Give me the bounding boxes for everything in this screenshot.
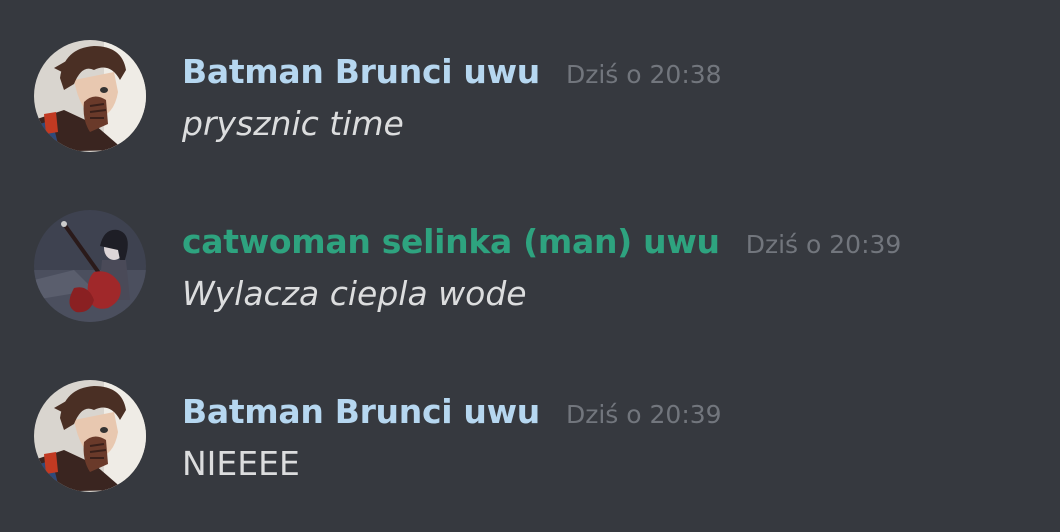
message-timestamp: Dziś o 20:38 [565, 60, 722, 89]
message-header: catwoman selinka (man) uwu Dziś o 20:39 [182, 222, 901, 261]
anime-man-avatar-icon[interactable] [34, 380, 146, 492]
message-text: prysznic time [182, 104, 404, 143]
message-timestamp: Dziś o 20:39 [745, 230, 902, 259]
message-header: Batman Brunci uwu Dziś o 20:39 [182, 392, 722, 431]
message-author[interactable]: catwoman selinka (man) uwu [182, 222, 720, 261]
chat-message: catwoman selinka (man) uwu Dziś o 20:39 … [0, 200, 1060, 350]
chat-message: Batman Brunci uwu Dziś o 20:39 NIEEEE [0, 370, 1060, 520]
message-text: Wylacza ciepla wode [182, 274, 527, 313]
chat-message-list: Batman Brunci uwu Dziś o 20:38 prysznic … [0, 0, 1060, 532]
message-header: Batman Brunci uwu Dziś o 20:38 [182, 52, 722, 91]
message-author[interactable]: Batman Brunci uwu [182, 52, 540, 91]
guitarist-avatar-icon[interactable] [34, 210, 146, 322]
chat-message: Batman Brunci uwu Dziś o 20:38 prysznic … [0, 30, 1060, 180]
message-text: NIEEEE [182, 444, 300, 483]
message-timestamp: Dziś o 20:39 [565, 400, 722, 429]
anime-man-avatar-icon[interactable] [34, 40, 146, 152]
message-author[interactable]: Batman Brunci uwu [182, 392, 540, 431]
